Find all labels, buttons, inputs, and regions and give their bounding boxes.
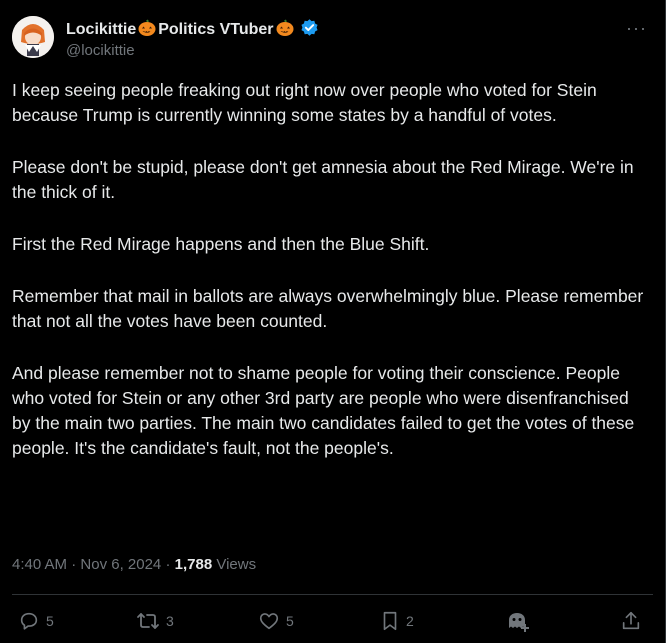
action-bar: 5 3 5 2: [0, 610, 665, 636]
grok-button[interactable]: [506, 610, 530, 634]
share-icon: [620, 610, 642, 632]
post-text: I keep seeing people freaking out right …: [12, 78, 652, 488]
post-time[interactable]: 4:40 AM: [12, 556, 67, 573]
bookmark-button[interactable]: 2: [380, 610, 414, 632]
post-paragraph: I keep seeing people freaking out right …: [12, 80, 597, 125]
pumpkin-icon: [275, 17, 295, 42]
like-button[interactable]: 5: [258, 610, 294, 632]
more-options-icon[interactable]: ···: [626, 18, 647, 39]
post-detail: Locikittie Politics VTuber @locikittie ·…: [0, 0, 666, 643]
bookmark-count: 2: [406, 613, 414, 629]
pumpkin-icon: [137, 17, 157, 42]
verified-badge-icon[interactable]: [300, 18, 319, 42]
divider: [12, 594, 653, 595]
post-paragraph: Remember that mail in ballots are always…: [12, 286, 644, 331]
grok-face-icon: [506, 610, 530, 634]
reply-icon: [18, 610, 40, 632]
repost-count: 3: [166, 613, 174, 629]
bookmark-icon: [380, 610, 400, 632]
reply-button[interactable]: 5: [18, 610, 54, 632]
author-name-row[interactable]: Locikittie Politics VTuber: [66, 17, 319, 42]
heart-icon: [258, 610, 280, 632]
post-paragraph: And please remember not to shame people …: [12, 363, 635, 458]
post-paragraph: First the Red Mirage happens and then th…: [12, 234, 430, 254]
share-button[interactable]: [620, 610, 642, 632]
repost-icon: [136, 610, 160, 632]
views-count: 1,788: [174, 556, 213, 573]
reply-count: 5: [46, 613, 54, 629]
post-date[interactable]: Nov 6, 2024: [80, 556, 161, 573]
repost-button[interactable]: 3: [136, 610, 174, 632]
post-paragraph: Please don't be stupid, please don't get…: [12, 157, 634, 202]
post-meta: 4:40 AM · Nov 6, 2024 · 1,788 Views: [12, 556, 256, 573]
like-count: 5: [286, 613, 294, 629]
author-handle[interactable]: @locikittie: [66, 42, 135, 59]
author-name: Locikittie: [66, 20, 137, 38]
avatar[interactable]: [12, 16, 54, 58]
avatar-illustration: [12, 16, 54, 58]
author-title: Politics VTuber: [158, 20, 274, 38]
views-label: Views: [216, 556, 257, 573]
meta-separator: ·: [165, 556, 171, 573]
meta-separator: ·: [71, 556, 77, 573]
